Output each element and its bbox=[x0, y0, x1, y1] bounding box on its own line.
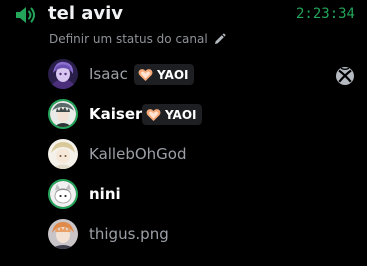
avatar bbox=[48, 59, 78, 89]
voice-member-kallebohgod[interactable]: KallebOhGod bbox=[48, 139, 358, 171]
voice-member-nini[interactable]: nini bbox=[48, 179, 358, 211]
voice-member-thigus[interactable]: thigus.png bbox=[48, 219, 358, 251]
member-name: nini bbox=[89, 185, 121, 203]
server-tag[interactable]: YAOI bbox=[142, 104, 202, 125]
member-name: Kaiser bbox=[89, 105, 143, 123]
channel-name[interactable]: tel aviv bbox=[48, 3, 123, 24]
member-name: Isaac bbox=[89, 65, 128, 83]
set-channel-status[interactable]: Definir um status do canal bbox=[49, 30, 226, 48]
voice-member-kaiser[interactable]: Kaiser YAOI bbox=[48, 99, 358, 131]
avatar bbox=[48, 179, 78, 209]
speaker-icon bbox=[16, 7, 35, 23]
avatar bbox=[48, 139, 78, 169]
xbox-icon[interactable] bbox=[335, 66, 355, 86]
heart-icon bbox=[138, 68, 153, 81]
channel-status-text[interactable]: Definir um status do canal bbox=[49, 32, 208, 46]
pencil-icon[interactable] bbox=[213, 32, 226, 46]
server-tag-label: YAOI bbox=[165, 107, 197, 122]
server-tag[interactable]: YAOI bbox=[134, 64, 194, 85]
member-name: KallebOhGod bbox=[89, 145, 187, 163]
voice-channel-panel: tel aviv 2:23:34 Definir um status do ca… bbox=[0, 0, 367, 266]
voice-member-isaac[interactable]: Isaac YAOI bbox=[48, 59, 358, 91]
avatar bbox=[48, 219, 78, 249]
member-name: thigus.png bbox=[89, 225, 169, 243]
heart-icon bbox=[146, 108, 161, 121]
avatar bbox=[48, 99, 78, 129]
call-timer: 2:23:34 bbox=[295, 6, 355, 22]
voice-channel-header[interactable]: tel aviv 2:23:34 bbox=[0, 0, 367, 30]
server-tag-label: YAOI bbox=[157, 67, 189, 82]
